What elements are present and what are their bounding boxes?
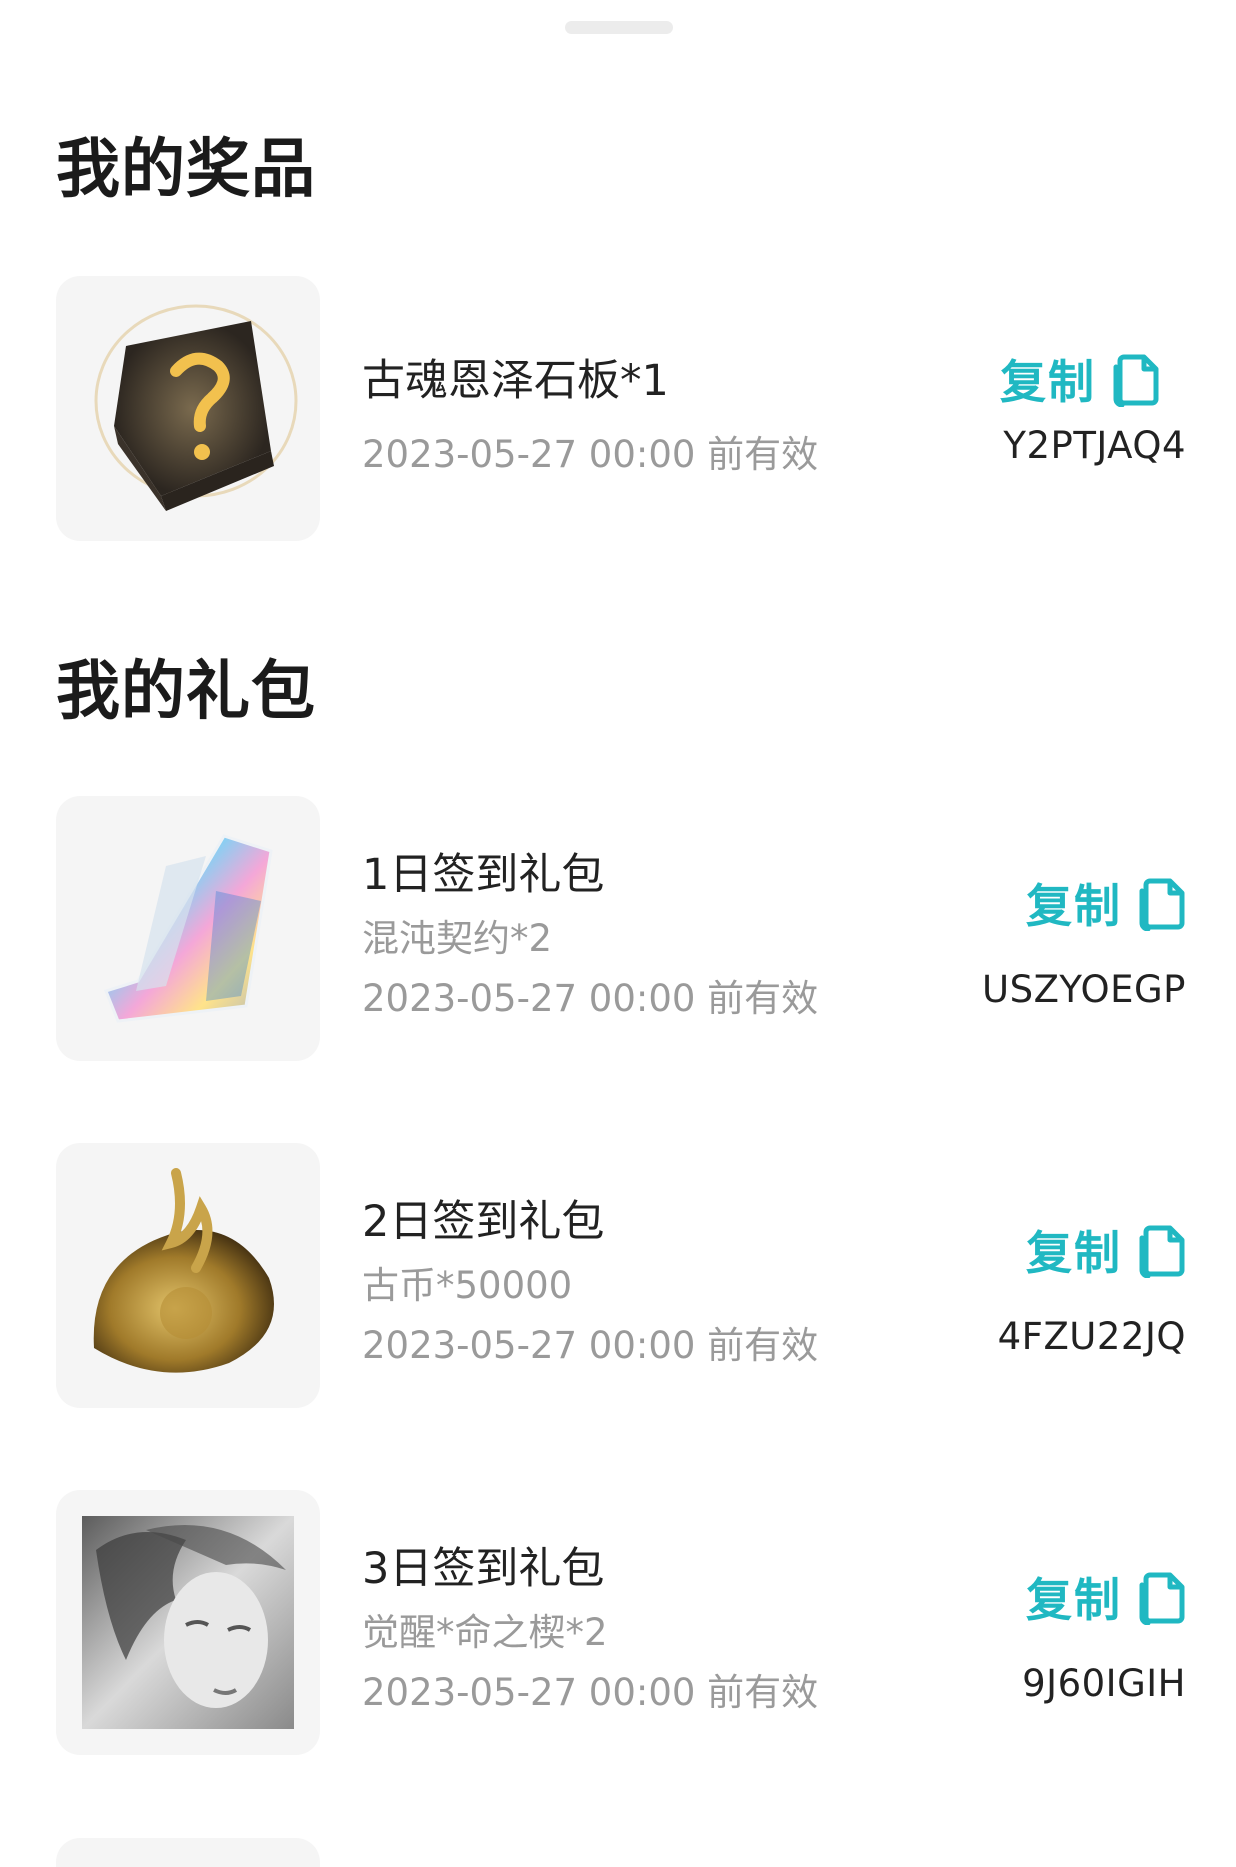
copy-label: 复制 <box>1026 1573 1122 1627</box>
copy-button[interactable]: 复制 <box>1026 1219 1188 1281</box>
prize-expiry: 2023-05-27 00:00 前有效 <box>362 433 819 476</box>
gift-name: 1日签到礼包 <box>362 850 605 900</box>
next-item-thumbnail <box>56 1838 320 1867</box>
copy-button[interactable]: 复制 <box>1000 348 1162 410</box>
gift-content: 觉醒*命之楔*2 <box>362 1611 608 1654</box>
gift-code: USZYOEGP <box>982 968 1186 1011</box>
gift-expiry: 2023-05-27 00:00 前有效 <box>362 1324 819 1367</box>
prize-code: Y2PTJAQ4 <box>1003 424 1186 467</box>
gift-content: 混沌契约*2 <box>362 917 553 960</box>
gift-expiry: 2023-05-27 00:00 前有效 <box>362 1671 819 1714</box>
drag-handle[interactable] <box>565 21 673 34</box>
copy-icon <box>1136 1569 1188 1626</box>
gift-code: 9J60IGIH <box>1022 1662 1186 1705</box>
gift-expiry: 2023-05-27 00:00 前有效 <box>362 977 819 1020</box>
portrait-image <box>56 1490 320 1755</box>
copy-label: 复制 <box>1000 355 1096 409</box>
section-title-prizes: 我的奖品 <box>56 133 316 207</box>
gift-content: 古币*50000 <box>362 1264 573 1307</box>
gift-name: 2日签到礼包 <box>362 1197 605 1247</box>
copy-icon <box>1110 351 1162 408</box>
copy-button[interactable]: 复制 <box>1026 872 1188 934</box>
prize-name: 古魂恩泽石板*1 <box>362 356 669 406</box>
copy-icon <box>1136 1222 1188 1279</box>
copy-label: 复制 <box>1026 879 1122 933</box>
rune-tablet-image <box>56 276 320 541</box>
gift-code: 4FZU22JQ <box>997 1315 1186 1358</box>
copy-icon <box>1136 875 1188 932</box>
crystal-shard-image <box>56 796 320 1061</box>
section-title-gifts: 我的礼包 <box>56 655 316 729</box>
copy-button[interactable]: 复制 <box>1026 1566 1188 1628</box>
copy-label: 复制 <box>1026 1226 1122 1280</box>
gold-coin-image <box>56 1143 320 1408</box>
gift-name: 3日签到礼包 <box>362 1544 605 1594</box>
